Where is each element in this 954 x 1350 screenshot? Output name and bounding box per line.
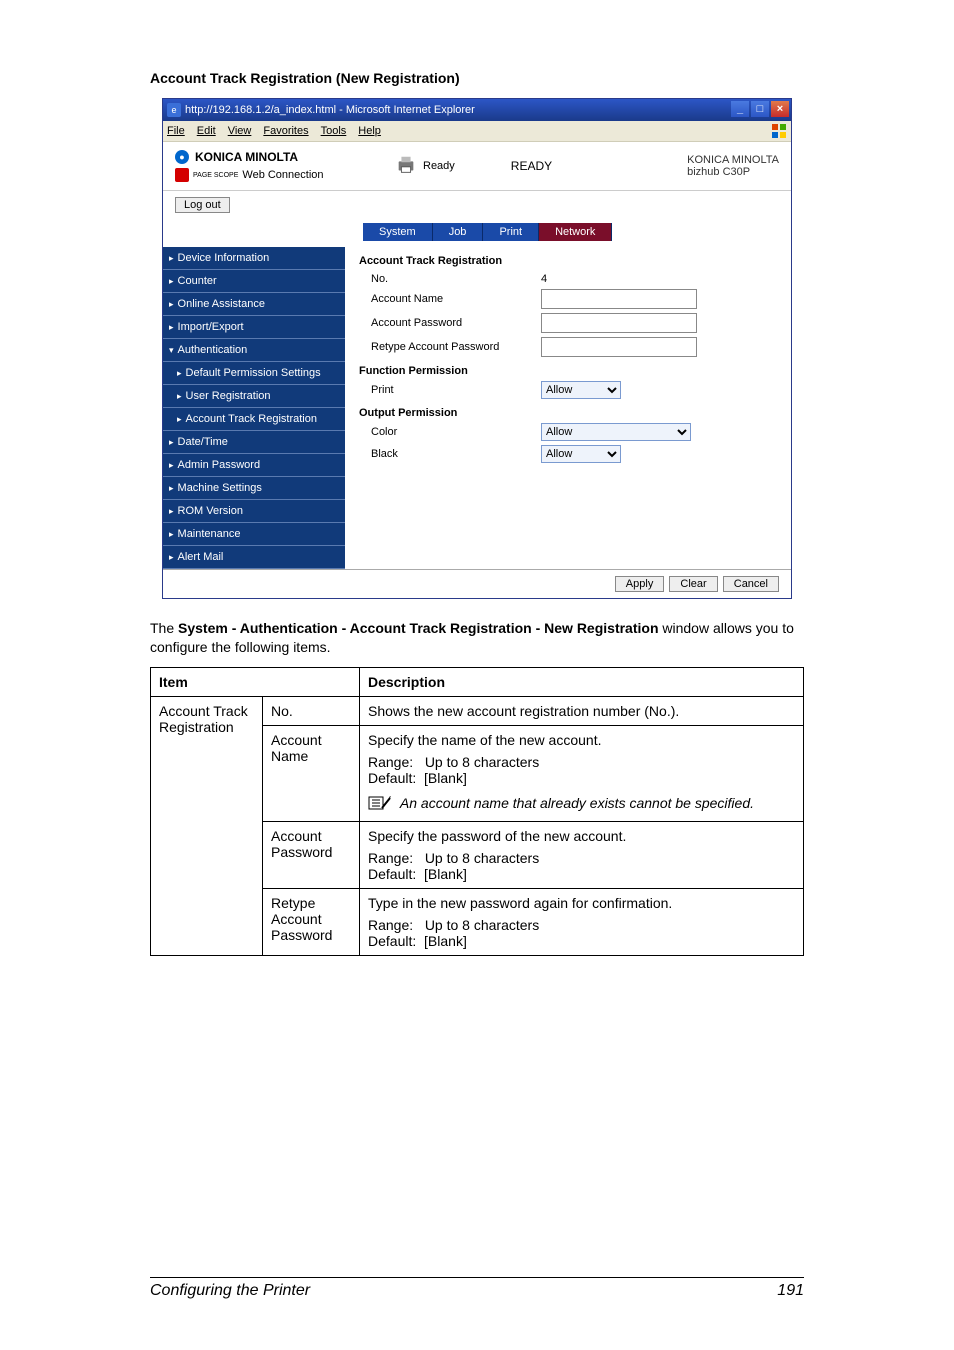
status-big: READY [511, 159, 552, 173]
cell-account-password: Account Password [263, 821, 360, 888]
sidebar-item-import-export[interactable]: ▸Import/Export [163, 316, 345, 339]
panel-title: Account Track Registration [359, 255, 777, 267]
print-label: Print [359, 384, 541, 396]
cell-no: No. [263, 696, 360, 725]
cell-retype-password-desc: Type in the new password again for confi… [360, 888, 804, 955]
tab-print[interactable]: Print [483, 223, 539, 241]
cancel-button[interactable]: Cancel [723, 576, 779, 592]
pagescope-text: Web Connection [242, 169, 323, 181]
description-paragraph: The System - Authentication - Account Tr… [150, 619, 804, 657]
menu-tools[interactable]: Tools [321, 125, 347, 137]
logout-button[interactable]: Log out [175, 197, 230, 213]
content-panel: Account Track Registration No.4 Account … [345, 247, 791, 569]
page-footer: Configuring the Printer 191 [150, 1277, 804, 1300]
window-title: http://192.168.1.2/a_index.html - Micros… [185, 104, 475, 116]
account-name-input[interactable] [541, 289, 697, 309]
menu-file[interactable]: File [167, 125, 185, 137]
color-select[interactable]: Allow [541, 423, 691, 441]
cell-account-name-desc: Specify the name of the new account. Ran… [360, 725, 804, 821]
sidebar-item-maintenance[interactable]: ▸Maintenance [163, 523, 345, 546]
pagescope-icon [175, 168, 189, 182]
sidebar-item-online-assistance[interactable]: ▸Online Assistance [163, 293, 345, 316]
window-titlebar: e http://192.168.1.2/a_index.html - Micr… [163, 99, 791, 121]
sidebar-item-default-permission[interactable]: ▸Default Permission Settings [163, 362, 345, 385]
sidebar-item-user-registration[interactable]: ▸User Registration [163, 385, 345, 408]
menu-edit[interactable]: Edit [197, 125, 216, 137]
retype-password-input[interactable] [541, 337, 697, 357]
page-number: 191 [777, 1282, 804, 1300]
sidebar-item-alert-mail[interactable]: ▸Alert Mail [163, 546, 345, 569]
tab-network[interactable]: Network [539, 223, 612, 241]
print-select[interactable]: Allow [541, 381, 621, 399]
clear-button[interactable]: Clear [669, 576, 717, 592]
printer-icon [395, 154, 417, 179]
ie-icon: e [167, 103, 181, 117]
browser-window: e http://192.168.1.2/a_index.html - Micr… [162, 98, 792, 599]
retype-password-label: Retype Account Password [359, 341, 541, 353]
no-value: 4 [541, 273, 547, 285]
sidebar-item-authentication[interactable]: ▾Authentication [163, 339, 345, 362]
device-brand: KONICA MINOLTA [687, 154, 779, 166]
pagescope-logo: PAGE SCOPE Web Connection [175, 168, 355, 182]
sidebar-item-admin-password[interactable]: ▸Admin Password [163, 454, 345, 477]
note-icon [368, 794, 392, 815]
window-maximize-button[interactable]: □ [751, 101, 769, 117]
header-bar: ● KONICA MINOLTA PAGE SCOPE Web Connecti… [163, 142, 791, 191]
sidebar-item-rom-version[interactable]: ▸ROM Version [163, 500, 345, 523]
function-permission-label: Function Permission [359, 365, 777, 377]
black-label: Black [359, 448, 541, 460]
cell-account-track-reg: Account Track Registration [151, 696, 263, 955]
km-brand-text: KONICA MINOLTA [195, 150, 298, 164]
menu-view[interactable]: View [228, 125, 252, 137]
th-item: Item [151, 667, 360, 696]
sidebar-item-account-track-registration[interactable]: ▸Account Track Registration [163, 408, 345, 431]
th-description: Description [360, 667, 804, 696]
note-text: An account name that already exists cann… [400, 795, 754, 811]
tab-system[interactable]: System [363, 223, 433, 241]
cell-retype-password: Retype Account Password [263, 888, 360, 955]
sidebar: ▸Device Information ▸Counter ▸Online Ass… [163, 247, 345, 569]
color-label: Color [359, 426, 541, 438]
menu-help[interactable]: Help [358, 125, 381, 137]
no-label: No. [359, 273, 541, 285]
account-password-label: Account Password [359, 317, 541, 329]
status-label: Ready [423, 160, 455, 172]
account-password-input[interactable] [541, 313, 697, 333]
km-globe-icon: ● [175, 150, 189, 164]
cell-account-name: Account Name [263, 725, 360, 821]
tab-bar: System Job Print Network [163, 223, 791, 247]
pagescope-prefix: PAGE SCOPE [193, 172, 238, 179]
apply-button[interactable]: Apply [615, 576, 665, 592]
window-minimize-button[interactable]: _ [731, 101, 749, 117]
sidebar-item-counter[interactable]: ▸Counter [163, 270, 345, 293]
black-select[interactable]: Allow [541, 445, 621, 463]
sidebar-item-machine-settings[interactable]: ▸Machine Settings [163, 477, 345, 500]
browser-menubar: File Edit View Favorites Tools Help [163, 121, 791, 142]
windows-flag-icon [771, 123, 787, 139]
account-name-label: Account Name [359, 293, 541, 305]
cell-account-password-desc: Specify the password of the new account.… [360, 821, 804, 888]
window-close-button[interactable]: × [771, 101, 789, 117]
section-heading: Account Track Registration (New Registra… [150, 70, 804, 86]
cell-no-desc: Shows the new account registration numbe… [360, 696, 804, 725]
output-permission-label: Output Permission [359, 407, 777, 419]
action-button-row: Apply Clear Cancel [163, 569, 791, 598]
footer-title: Configuring the Printer [150, 1282, 310, 1300]
sidebar-item-device-information[interactable]: ▸Device Information [163, 247, 345, 270]
tab-job[interactable]: Job [433, 223, 484, 241]
sidebar-item-date-time[interactable]: ▸Date/Time [163, 431, 345, 454]
konica-minolta-logo: ● KONICA MINOLTA [175, 150, 355, 164]
device-model: bizhub C30P [687, 166, 779, 178]
menu-favorites[interactable]: Favorites [263, 125, 308, 137]
description-table: Item Description Account Track Registrat… [150, 667, 804, 956]
